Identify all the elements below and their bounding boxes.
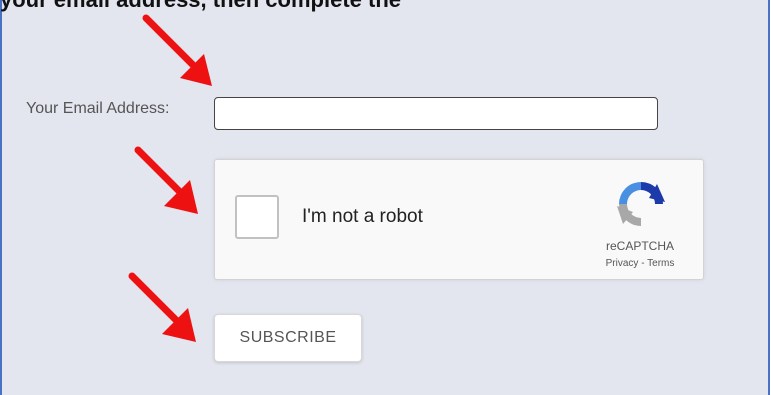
subscribe-button[interactable]: SUBSCRIBE xyxy=(214,314,362,362)
email-field[interactable] xyxy=(214,97,658,130)
recaptcha-checkbox-label: I'm not a robot xyxy=(302,206,423,227)
recaptcha-checkbox[interactable] xyxy=(235,195,279,239)
recaptcha-widget: I'm not a robot reCAPTCHA Privacy - Term… xyxy=(214,159,704,280)
red-arrow-icon xyxy=(128,272,196,342)
privacy-link[interactable]: Privacy xyxy=(606,258,639,269)
recaptcha-links: Privacy - Terms xyxy=(585,258,695,269)
recaptcha-logo-icon xyxy=(617,182,665,226)
red-arrow-icon xyxy=(142,14,212,86)
terms-link[interactable]: Terms xyxy=(647,258,674,269)
header-text: your email address, then complete the xyxy=(0,0,773,12)
recaptcha-brand: reCAPTCHA xyxy=(605,239,674,253)
red-arrow-icon xyxy=(134,146,198,214)
link-separator: - xyxy=(638,258,648,269)
